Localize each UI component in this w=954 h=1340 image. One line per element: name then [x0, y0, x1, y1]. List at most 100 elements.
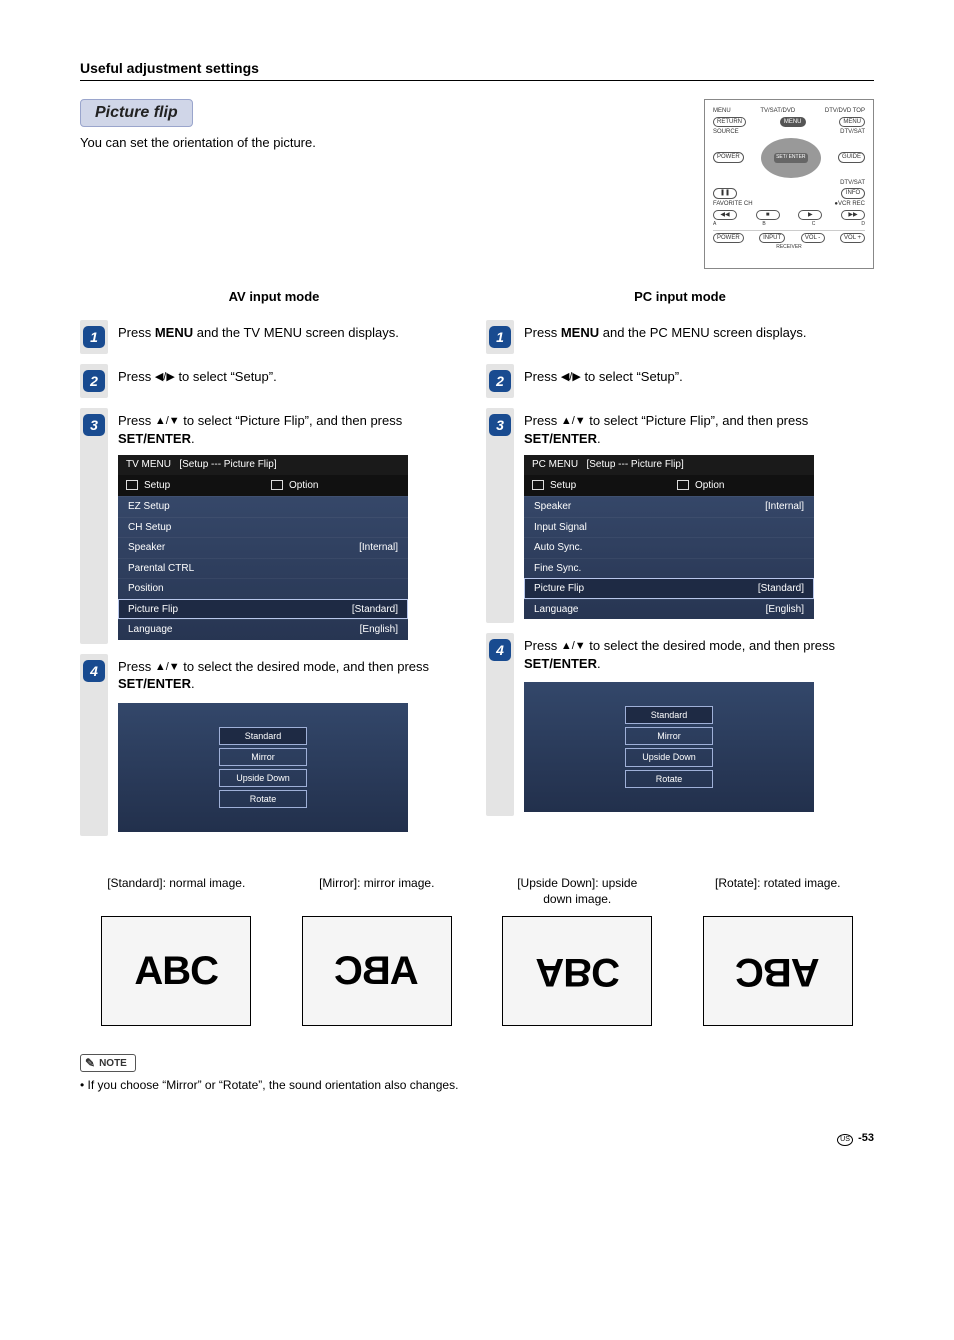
remote-pause-button: ❚❚	[713, 188, 737, 199]
step-text: Press ▲/▼ to select the desired mode, an…	[108, 654, 468, 837]
remote-nav-pad: SET/ ENTER	[761, 138, 821, 178]
option-tab: Option	[669, 475, 814, 497]
remote-voldown-button: VOL -	[801, 233, 825, 244]
menu-row: Picture Flip[Standard]	[524, 578, 814, 599]
step-number: 4	[83, 660, 105, 682]
example-mirror: [Mirror]: mirror image. ABC	[281, 876, 474, 1026]
remote-label: A	[713, 222, 716, 228]
av-options-panel: StandardMirrorUpside DownRotate	[118, 703, 408, 833]
menu-row: Language[English]	[524, 599, 814, 620]
menu-row: Language[English]	[118, 619, 408, 640]
up-down-arrows-icon: ▲/▼	[561, 640, 586, 652]
page-header: Useful adjustment settings	[80, 60, 874, 76]
menu-row: Speaker[Internal]	[524, 496, 814, 517]
example-caption: [Standard]: normal image.	[80, 876, 273, 890]
step-text: Press ▲/▼ to select “Picture Flip”, and …	[108, 408, 468, 644]
remote-label: DTV/DVD TOP	[825, 108, 865, 115]
option-icon	[677, 480, 689, 490]
menu-row: Auto Sync.	[524, 537, 814, 558]
note-label: ✎ NOTE	[80, 1054, 136, 1072]
remote-menu2-button: MENU	[839, 117, 865, 128]
note-icon: ✎	[85, 1056, 95, 1070]
option-row: Standard	[625, 706, 713, 724]
option-row: Mirror	[219, 748, 307, 766]
header-rule	[80, 80, 874, 81]
menu-row: Fine Sync.	[524, 558, 814, 579]
av-step-4: 4 Press ▲/▼ to select the desired mode, …	[80, 654, 468, 837]
remote-guide-button: GUIDE	[838, 152, 865, 163]
top-row: Picture flip You can set the orientation…	[80, 99, 874, 269]
left-right-arrows-icon: ◀/▶	[561, 371, 581, 383]
remote-label: TV/SAT/DVD	[760, 108, 795, 115]
region-badge: US	[837, 1134, 853, 1146]
setup-tab: Setup	[524, 475, 669, 497]
step-number: 3	[489, 414, 511, 436]
setup-tab: Setup	[118, 475, 263, 497]
remote-label: B	[762, 222, 765, 228]
remote-menu-button: MENU	[780, 117, 806, 128]
remote-receiver-label: RECEIVER	[776, 245, 802, 251]
example-caption	[682, 892, 875, 906]
example-caption: [Upside Down]: upside	[481, 876, 674, 890]
example-caption: [Mirror]: mirror image.	[281, 876, 474, 890]
menu-title-right: [Setup --- Picture Flip]	[586, 459, 683, 470]
up-down-arrows-icon: ▲/▼	[155, 415, 180, 427]
option-row: Rotate	[219, 790, 307, 808]
example-upside-down: [Upside Down]: upside down image. ABC	[481, 876, 674, 1026]
remote-stop-button: ■	[756, 210, 780, 221]
menu-row: Speaker[Internal]	[118, 537, 408, 558]
step-number: 1	[489, 326, 511, 348]
up-down-arrows-icon: ▲/▼	[155, 661, 180, 673]
option-row: Upside Down	[219, 769, 307, 787]
menu-title-left: TV MENU	[126, 459, 171, 470]
remote-label: SOURCE	[713, 129, 739, 136]
remote-power2-button: POWER	[713, 233, 744, 244]
remote-label: C	[812, 222, 816, 228]
step-text: Press ▲/▼ to select “Picture Flip”, and …	[514, 408, 874, 623]
step-text: Press ▲/▼ to select the desired mode, an…	[514, 633, 874, 816]
remote-power-button: POWER	[713, 152, 744, 163]
up-down-arrows-icon: ▲/▼	[561, 415, 586, 427]
remote-label: D	[861, 222, 865, 228]
note-section: ✎ NOTE • If you choose “Mirror” or “Rota…	[80, 1054, 874, 1092]
menu-row: Parental CTRL	[118, 558, 408, 579]
menu-row: Input Signal	[524, 517, 814, 538]
abc-text: ABC	[335, 949, 419, 994]
pc-step-3: 3 Press ▲/▼ to select “Picture Flip”, an…	[486, 408, 874, 623]
option-icon	[271, 480, 283, 490]
examples-row: [Standard]: normal image. ABC [Mirror]: …	[80, 876, 874, 1026]
setup-icon	[532, 480, 544, 490]
page-number: -53	[858, 1132, 874, 1144]
pc-step-2: 2 Press ◀/▶ to select “Setup”.	[486, 364, 874, 398]
abc-text: ABC	[736, 949, 820, 994]
remote-set-enter: SET/ ENTER	[774, 153, 807, 163]
remote-ff-button: ▶▶	[841, 210, 865, 221]
section-intro: You can set the orientation of the pictu…	[80, 135, 684, 150]
pc-mode-title: PC input mode	[486, 289, 874, 304]
menu-row: Position	[118, 578, 408, 599]
example-caption	[281, 892, 474, 906]
step-number: 3	[83, 414, 105, 436]
av-step-2: 2 Press ◀/▶ to select “Setup”.	[80, 364, 468, 398]
remote-play-button: ▶	[798, 210, 822, 221]
step-number: 2	[83, 370, 105, 392]
step-number: 4	[489, 639, 511, 661]
example-standard: [Standard]: normal image. ABC	[80, 876, 273, 1026]
remote-return-button: RETURN	[713, 117, 746, 128]
menu-title-left: PC MENU	[532, 459, 578, 470]
pc-step-1: 1 Press MENU and the PC MENU screen disp…	[486, 320, 874, 354]
pc-menu-panel: PC MENU [Setup --- Picture Flip] Setup O…	[524, 455, 814, 619]
menu-row: EZ Setup	[118, 496, 408, 517]
step-text: Press MENU and the PC MENU screen displa…	[514, 320, 874, 346]
example-rotate: [Rotate]: rotated image. ABC	[682, 876, 875, 1026]
steps-columns: AV input mode 1 Press MENU and the TV ME…	[80, 289, 874, 846]
remote-label: DTV/SAT	[840, 180, 865, 187]
page-footer: US -53	[80, 1132, 874, 1146]
remote-diagram: MENU TV/SAT/DVD DTV/DVD TOP RETURN MENU …	[704, 99, 874, 269]
step-text: Press ◀/▶ to select “Setup”.	[108, 364, 468, 390]
remote-label: DTV/SAT	[840, 129, 865, 136]
pc-step-4: 4 Press ▲/▼ to select the desired mode, …	[486, 633, 874, 816]
step-number: 2	[489, 370, 511, 392]
av-step-3: 3 Press ▲/▼ to select “Picture Flip”, an…	[80, 408, 468, 644]
step-text: Press ◀/▶ to select “Setup”.	[514, 364, 874, 390]
